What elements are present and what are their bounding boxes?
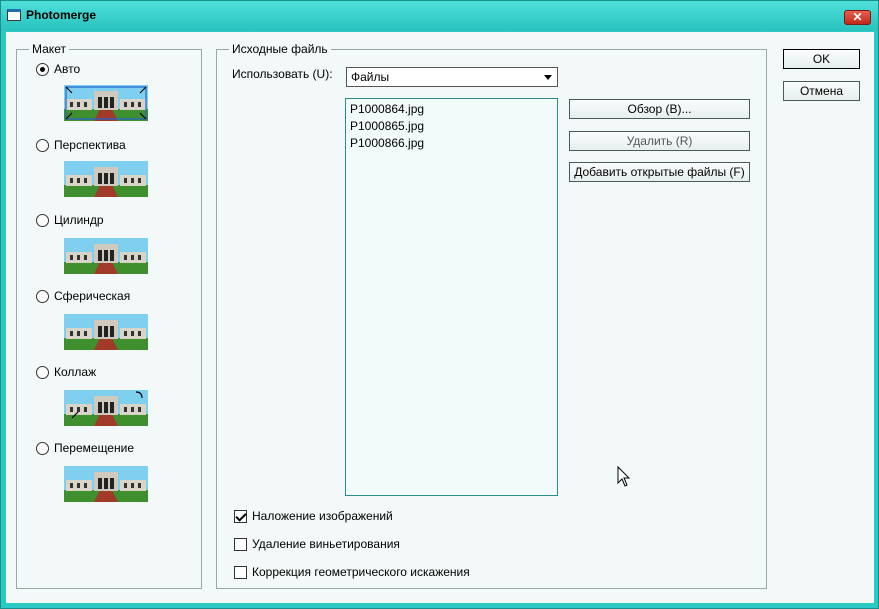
vignette-removal-label: Удаление виньетирования: [252, 537, 400, 551]
use-dropdown[interactable]: Файлы: [346, 67, 558, 87]
remove-button[interactable]: Удалить (R): [569, 131, 750, 151]
blend-images-checkbox[interactable]: [234, 510, 247, 523]
browse-button[interactable]: Обзор (B)...: [569, 99, 750, 119]
photomerge-dialog: Photomerge ✕ Макет Авто Перспектива Цили…: [0, 0, 879, 609]
mouse-pointer-icon: [617, 466, 631, 487]
geometric-distortion-checkbox[interactable]: [234, 566, 247, 579]
ok-button[interactable]: OK: [783, 49, 860, 69]
radio-spherical[interactable]: [36, 290, 49, 303]
title-bar[interactable]: Photomerge ✕: [1, 1, 878, 31]
dialog-client-area: Макет Авто Перспектива Цилиндр Сферическ…: [6, 32, 874, 603]
window-title: Photomerge: [26, 8, 97, 22]
blend-images-label: Наложение изображений: [252, 509, 393, 523]
source-files-legend: Исходные файль: [229, 42, 331, 56]
cylinder-thumbnail: [64, 238, 148, 274]
geometric-distortion-label: Коррекция геометрического искажения: [252, 565, 470, 579]
radio-perspective-label: Перспектива: [54, 138, 126, 152]
layout-group-legend: Макет: [29, 42, 69, 56]
cancel-button[interactable]: Отмена: [783, 81, 860, 101]
add-open-files-button[interactable]: Добавить открытые файлы (F): [569, 162, 750, 182]
list-item[interactable]: P1000865.jpg: [350, 119, 424, 133]
auto-layout-thumbnail: [64, 85, 148, 121]
file-listbox[interactable]: P1000864.jpg P1000865.jpg P1000866.jpg: [345, 98, 558, 496]
radio-reposition-label: Перемещение: [54, 441, 134, 455]
list-item[interactable]: P1000864.jpg: [350, 102, 424, 116]
radio-auto[interactable]: [36, 63, 49, 76]
radio-cylinder-label: Цилиндр: [54, 213, 104, 227]
layout-group: Макет Авто Перспектива Цилиндр Сферическ…: [16, 42, 202, 589]
radio-reposition[interactable]: [36, 442, 49, 455]
radio-collage-label: Коллаж: [54, 365, 97, 379]
radio-cylinder[interactable]: [36, 214, 49, 227]
radio-spherical-label: Сферическая: [54, 289, 131, 303]
reposition-thumbnail: [64, 466, 148, 502]
perspective-thumbnail: [64, 161, 148, 197]
list-item[interactable]: P1000866.jpg: [350, 136, 424, 150]
source-files-group: Исходные файль Использовать (U): Файлы P…: [216, 42, 767, 589]
use-label: Использовать (U):: [232, 67, 333, 81]
chevron-down-icon: [544, 75, 552, 80]
radio-collage[interactable]: [36, 366, 49, 379]
window-icon: [7, 9, 21, 21]
collage-thumbnail: [64, 390, 148, 426]
use-dropdown-value: Файлы: [351, 70, 390, 84]
vignette-removal-checkbox[interactable]: [234, 538, 247, 551]
radio-auto-label: Авто: [54, 62, 81, 76]
spherical-thumbnail: [64, 314, 148, 350]
close-button[interactable]: ✕: [844, 10, 871, 25]
radio-perspective[interactable]: [36, 139, 49, 152]
